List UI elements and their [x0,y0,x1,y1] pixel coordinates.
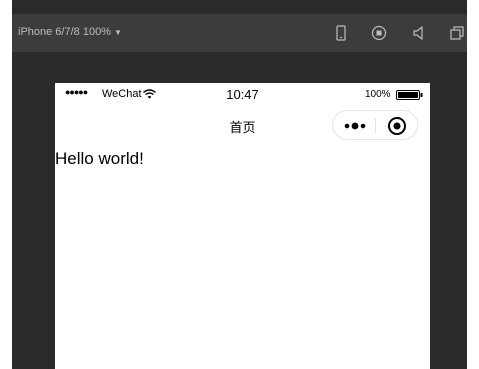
capsule-divider [375,118,376,134]
device-selector-label: iPhone 6/7/8 100% [18,26,111,38]
simulator-window: iPhone 6/7/8 100% ▼ ●●●●● WeChat 10:47 10… [0,0,479,369]
status-bar: ●●●●● WeChat 10:47 100% [55,83,430,105]
menu-capsule [332,110,418,140]
battery-percent: 100% [365,89,391,100]
sound-icon[interactable] [410,24,428,42]
menu-strip [12,0,467,14]
device-selector[interactable]: iPhone 6/7/8 100% ▼ [18,26,122,38]
record-icon[interactable] [370,24,388,42]
phone-screen: ●●●●● WeChat 10:47 100% 首页 Hello world! [55,83,430,369]
window-icon[interactable] [448,24,466,42]
hello-world-text: Hello world! [55,149,144,168]
battery-icon [396,90,423,100]
more-options-icon[interactable] [341,118,369,134]
simulator-toolbar: iPhone 6/7/8 100% ▼ [12,14,467,52]
caret-down-icon: ▼ [113,27,122,37]
navigation-bar: 首页 [55,105,430,145]
close-miniprogram-icon[interactable] [387,116,407,136]
phone-icon[interactable] [332,24,350,42]
